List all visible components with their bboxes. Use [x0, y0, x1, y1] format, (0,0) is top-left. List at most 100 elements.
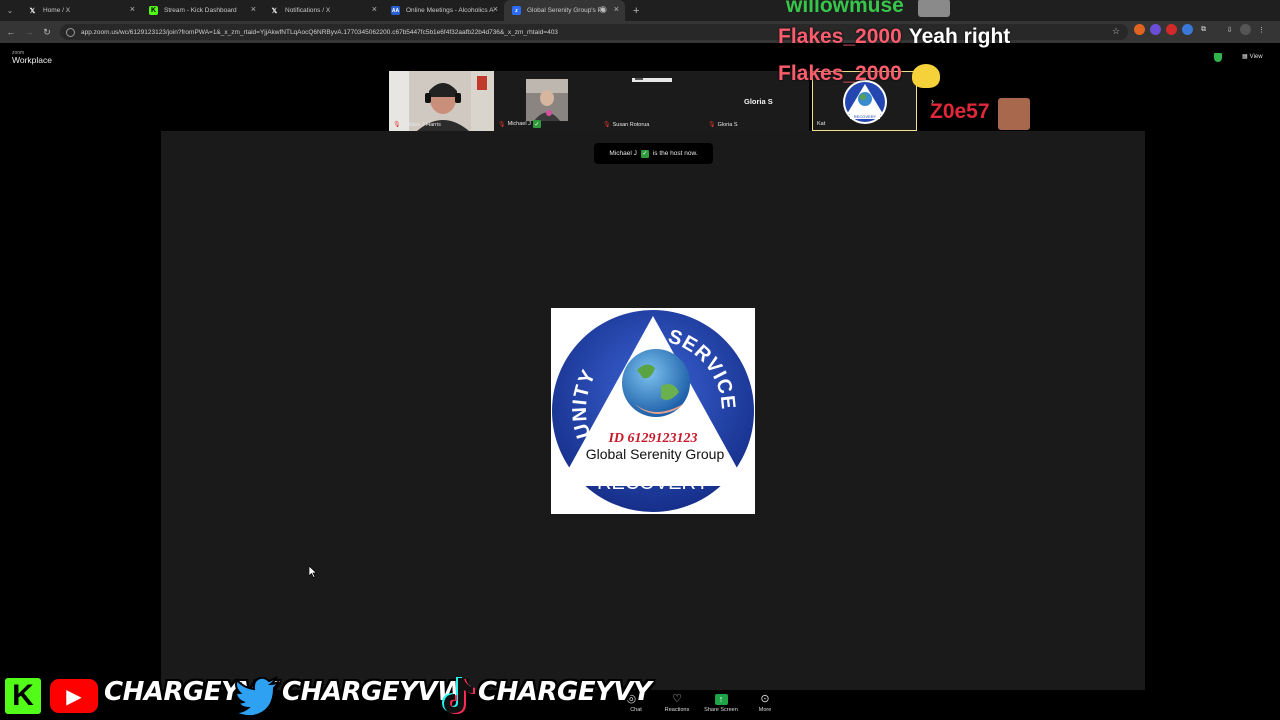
participant-tile-susan[interactable]: 🎙︎ Susan Rotorua [599, 71, 704, 131]
participant-name-text: Kat [817, 121, 826, 127]
new-tab-plus-icon[interactable]: + [633, 5, 639, 17]
browser-tab-kick-dashboard[interactable]: K Stream - Kick Dashboard × [141, 0, 262, 21]
extension-icon[interactable] [1166, 24, 1177, 35]
tiktok-handle: CHARGEYVY [478, 677, 652, 707]
tab-title: Global Serenity Group's Pe [527, 7, 606, 14]
mic-muted-icon: 🎙︎ [708, 122, 716, 128]
twitter-bird-icon [234, 676, 280, 716]
global-serenity-group-logo: UNITY SERVICE ID 6129123123 Global Seren… [551, 308, 755, 514]
site-info-icon[interactable] [66, 27, 75, 37]
reactions-icon: ♡ [672, 693, 682, 705]
participant-tile-michael[interactable]: 🎙︎ Michael J ✓ [494, 71, 599, 131]
more-label: More [758, 707, 772, 713]
share-screen-label: Share Screen [704, 707, 738, 713]
participant-name-text: Susan Rotorua [612, 121, 650, 128]
stream-chat-message: Flakes_2000 Yeah right [778, 25, 1010, 49]
host-change-toast: Michael J ✓ is the host now. [594, 143, 713, 164]
mouse-cursor-icon [309, 566, 317, 578]
browser-tab-strip: ⌄ 𝕏 Home / X × K Stream - Kick Dashboard… [0, 0, 1280, 21]
view-label: View [1249, 53, 1263, 60]
x-logo-icon: 𝕏 [29, 7, 36, 15]
host-check-icon: ✓ [532, 120, 541, 128]
back-arrow-icon[interactable]: ← [2, 27, 20, 37]
extension-icon[interactable] [1134, 24, 1145, 35]
extension-icon[interactable] [1182, 24, 1193, 35]
close-icon[interactable]: ◉ [599, 4, 607, 15]
streamer-socials-bar: K ▶ CHARGEYVY CHARGEYVW CHARGEYVY [0, 672, 652, 720]
tab-title: Home / X [43, 7, 71, 14]
kick-logo-icon: K [149, 6, 158, 15]
browser-tab-home-x[interactable]: 𝕏 Home / X × [20, 0, 141, 21]
chat-message-text: Yeah right [908, 25, 1011, 48]
cat-emote-icon [912, 63, 941, 88]
tab-title: Online Meetings - Alcoholics A [406, 7, 494, 14]
encryption-shield-icon[interactable] [1214, 53, 1222, 62]
browser-tab-global-serenity[interactable]: z Global Serenity Group's Pe ◉ × [504, 0, 625, 21]
participant-name-text: Gloria S [717, 121, 738, 128]
bookmark-star-icon[interactable]: ☆ [1112, 26, 1120, 37]
participant-name: 🎙︎ Gloria S [708, 121, 738, 129]
close-icon[interactable]: × [493, 4, 498, 14]
share-screen-icon: ↑ [701, 692, 741, 706]
shared-group-logo: UNITY SERVICE ID 6129123123 Global Seren… [551, 308, 755, 514]
close-icon[interactable]: × [372, 4, 377, 14]
view-button[interactable]: ▦ View [1242, 53, 1263, 61]
chat-username: Flakes_2000 [778, 62, 902, 85]
participant-name-text: Michael J [507, 121, 531, 127]
stream-chat-message: willowmuse [786, 0, 951, 18]
share-screen-button[interactable]: ↑ Share Screen [701, 692, 741, 713]
profile-icon[interactable] [1240, 24, 1251, 35]
download-icon[interactable]: ⇩ [1224, 24, 1235, 35]
host-check-icon: ✓ [640, 149, 649, 158]
tab-search-chevron-icon[interactable]: ⌄ [0, 0, 20, 21]
participant-name: 🎙︎ Michael J ✓ [498, 120, 541, 128]
participant-name-text: William J Harris [402, 121, 441, 128]
stream-chat-message: Z0e57 [930, 98, 1030, 130]
close-icon[interactable]: × [614, 4, 619, 14]
logo-meeting-id: ID 6129123123 [607, 431, 697, 446]
twitter-handle: CHARGEYVW [282, 677, 466, 707]
participant-tile-william[interactable]: 🎙︎ William J Harris [389, 71, 494, 131]
chat-username: Flakes_2000 [778, 25, 902, 48]
svg-text:RECOVERY: RECOVERY [854, 114, 877, 119]
logo-word-recovery: RECOVERY [597, 472, 709, 494]
reactions-label: Reactions [664, 707, 690, 713]
participant-name: 🎙︎ William J Harris [393, 121, 441, 129]
browser-toolbar: ← → ↻ app.zoom.us/wc/6129123123/join?fro… [0, 21, 1280, 43]
url-text: app.zoom.us/wc/6129123123/join?fromPWA=1… [81, 28, 558, 36]
screen: ⌄ 𝕏 Home / X × K Stream - Kick Dashboard… [0, 0, 1280, 720]
face-emote-icon [998, 98, 1030, 130]
puzzle-extensions-icon[interactable]: ⧉ [1198, 24, 1209, 35]
participant-name: Kat [817, 121, 825, 127]
browser-tab-notifications-x[interactable]: 𝕏 Notifications / X × [262, 0, 383, 21]
menu-dots-icon[interactable]: ⋮ [1256, 24, 1267, 35]
mic-muted-icon: 🎙︎ [498, 121, 506, 128]
tab-title: Stream - Kick Dashboard [164, 7, 237, 14]
grid-view-icon: ▦ [1242, 54, 1248, 60]
zoom-workplace-logo: zoom Workplace [12, 51, 52, 65]
tiktok-logo-icon [442, 677, 475, 714]
participant-name: 🎙︎ Susan Rotorua [603, 121, 650, 129]
more-button[interactable]: ⊙ More [745, 692, 785, 713]
close-icon[interactable]: × [130, 4, 135, 14]
logo-group-name: Global Serenity Group [586, 446, 725, 462]
forward-arrow-icon[interactable]: → [20, 27, 38, 37]
chat-username: Z0e57 [930, 100, 990, 124]
tab-title: Notifications / X [285, 7, 331, 14]
mic-muted-icon: 🎙︎ [393, 122, 401, 128]
zoom-logo-icon: z [512, 6, 521, 15]
toast-message: is the host now. [652, 150, 698, 157]
extension-icon[interactable] [1150, 24, 1161, 35]
mic-muted-icon: 🎙︎ [603, 122, 611, 128]
close-icon[interactable]: × [251, 4, 256, 14]
reload-icon[interactable]: ↻ [38, 27, 56, 38]
zoom-brand: Workplace [12, 55, 52, 65]
aa-logo-icon: AA [391, 6, 400, 15]
browser-tab-online-meetings[interactable]: AA Online Meetings - Alcoholics A × [383, 0, 504, 21]
chat-username: willowmuse [786, 0, 904, 17]
reactions-button[interactable]: ♡ Reactions [657, 692, 697, 713]
participant-center-name: Gloria S [744, 97, 773, 106]
chat-emote-icon [918, 0, 951, 17]
kick-logo-icon: K [2, 675, 44, 717]
youtube-logo-icon: ▶ [47, 676, 101, 716]
